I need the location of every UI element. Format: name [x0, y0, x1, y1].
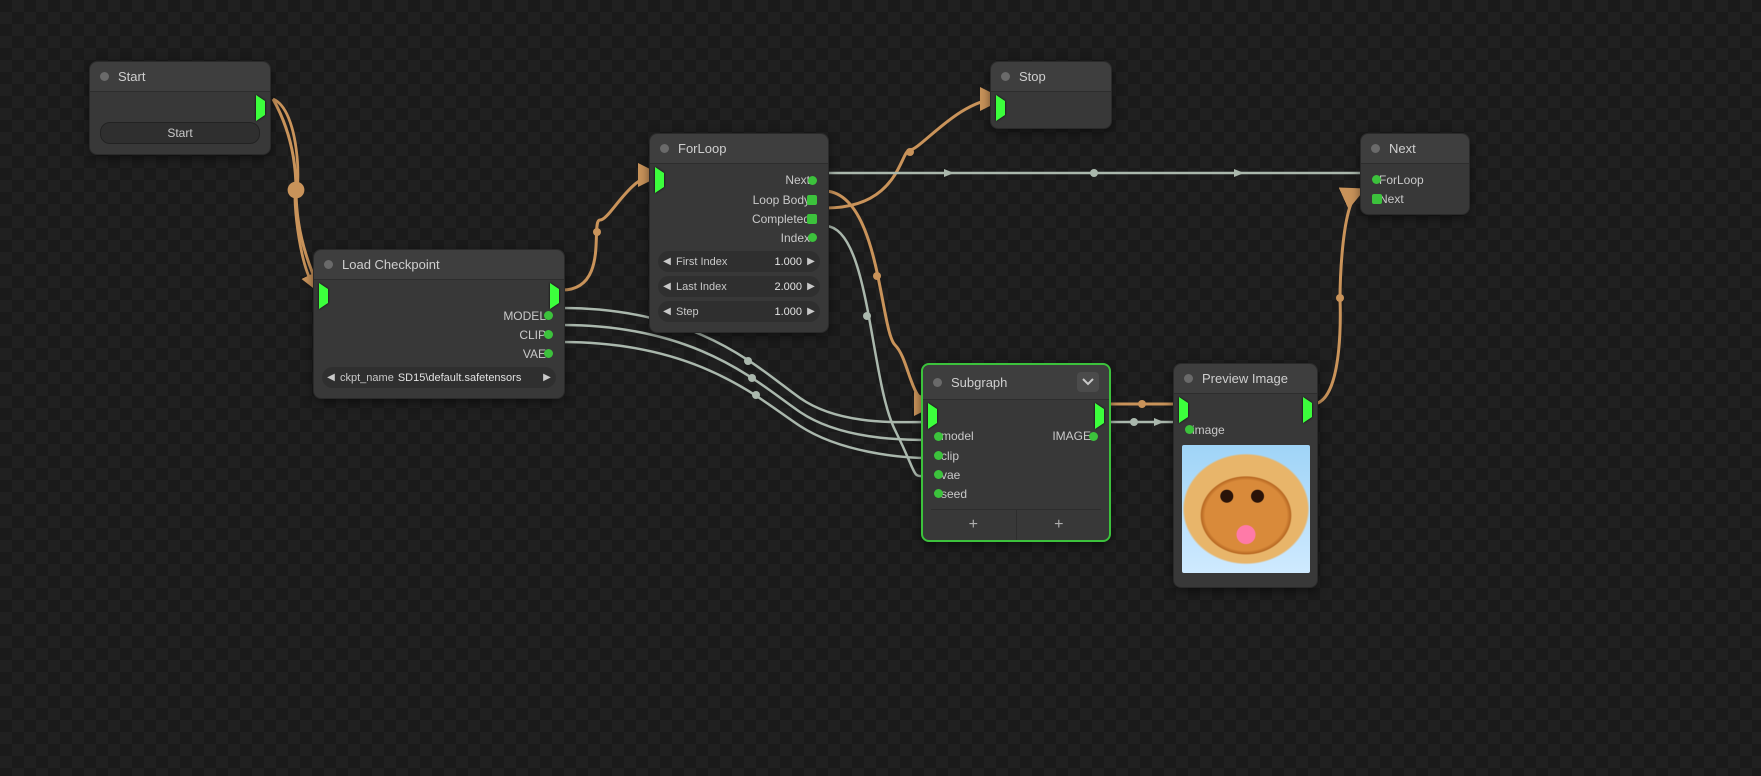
chevron-right-icon[interactable]: ▶	[806, 256, 816, 267]
node-title: Stop	[1019, 69, 1101, 84]
exec-out-port[interactable]	[1303, 403, 1312, 417]
widget-label: Step	[672, 306, 703, 318]
node-preview-image[interactable]: Preview Image image	[1173, 363, 1318, 588]
widget-value[interactable]: 1.000	[731, 256, 806, 268]
widget-label: ckpt_name	[336, 372, 398, 384]
chevron-down-icon	[1082, 378, 1094, 386]
exec-out-port[interactable]	[256, 101, 265, 115]
chevron-left-icon[interactable]: ◀	[326, 372, 336, 383]
output-port-loop-body[interactable]	[807, 195, 817, 205]
collapse-dot-icon[interactable]	[100, 72, 109, 81]
exec-in-port[interactable]	[319, 289, 328, 303]
node-forloop[interactable]: ForLoop Next Loop Body Completed Index ◀	[649, 133, 829, 333]
node-start[interactable]: Start Start	[89, 61, 271, 155]
collapse-dot-icon[interactable]	[660, 144, 669, 153]
collapse-dot-icon[interactable]	[1184, 374, 1193, 383]
collapse-dot-icon[interactable]	[933, 378, 942, 387]
input-port-image[interactable]	[1185, 425, 1194, 434]
exec-in-port[interactable]	[1179, 403, 1188, 417]
add-input-button[interactable]: +	[931, 510, 1016, 540]
collapse-dot-icon[interactable]	[1001, 72, 1010, 81]
exec-in-port[interactable]	[655, 173, 664, 187]
output-port-image[interactable]	[1089, 432, 1098, 441]
input-port-vae[interactable]	[934, 470, 943, 479]
node-title: Subgraph	[951, 375, 1077, 390]
output-port-completed[interactable]	[807, 214, 817, 224]
widget-value[interactable]: 1.000	[703, 306, 806, 318]
input-port-model[interactable]	[934, 432, 943, 441]
node-header[interactable]: Stop	[991, 62, 1111, 92]
widget-label: Last Index	[672, 281, 731, 293]
play-icon	[996, 95, 1005, 121]
widget-label: First Index	[672, 256, 731, 268]
node-graph-canvas[interactable]: Start Start Stop Next ForLoo	[0, 0, 1761, 776]
node-header[interactable]: ForLoop	[650, 134, 828, 164]
output-port-model[interactable]	[544, 311, 553, 320]
node-title: Next	[1389, 141, 1459, 156]
chevron-right-icon[interactable]: ▶	[806, 306, 816, 317]
node-load-checkpoint[interactable]: Load Checkpoint MODEL CLIP VAE ◀ ckpt_na…	[313, 249, 565, 399]
collapse-dot-icon[interactable]	[1371, 144, 1380, 153]
widget-first-index[interactable]: ◀ First Index 1.000 ▶	[658, 251, 820, 272]
input-port-seed[interactable]	[934, 489, 943, 498]
widget-ckpt-name[interactable]: ◀ ckpt_name SD15\default.safetensors ▶	[322, 367, 556, 388]
chevron-right-icon[interactable]: ▶	[542, 372, 552, 383]
collapse-dot-icon[interactable]	[324, 260, 333, 269]
node-header[interactable]: Preview Image	[1174, 364, 1317, 394]
widget-step[interactable]: ◀ Step 1.000 ▶	[658, 301, 820, 322]
chevron-right-icon[interactable]: ▶	[806, 281, 816, 292]
widget-last-index[interactable]: ◀ Last Index 2.000 ▶	[658, 276, 820, 297]
node-title: ForLoop	[678, 141, 818, 156]
exec-in-port[interactable]	[996, 101, 1005, 115]
node-stop[interactable]: Stop	[990, 61, 1112, 129]
chevron-left-icon[interactable]: ◀	[662, 256, 672, 267]
start-button[interactable]: Start	[100, 122, 260, 144]
node-header[interactable]: Load Checkpoint	[314, 250, 564, 280]
exec-in-port[interactable]	[928, 409, 937, 423]
node-subgraph[interactable]: Subgraph model IMAGE clip vae	[921, 363, 1111, 542]
chevron-left-icon[interactable]: ◀	[662, 281, 672, 292]
node-menu-button[interactable]	[1077, 372, 1099, 392]
input-port-forloop[interactable]	[1372, 175, 1381, 184]
widget-value[interactable]: SD15\default.safetensors	[398, 372, 542, 384]
widget-value[interactable]: 2.000	[731, 281, 806, 293]
output-port-vae[interactable]	[544, 349, 553, 358]
input-port-next[interactable]	[1372, 194, 1382, 204]
node-header[interactable]: Next	[1361, 134, 1469, 164]
exec-out-port[interactable]	[550, 289, 559, 303]
output-port-clip[interactable]	[544, 330, 553, 339]
exec-out-port[interactable]	[1095, 409, 1104, 423]
output-port-next[interactable]	[808, 176, 817, 185]
node-next[interactable]: Next ForLoop Next	[1360, 133, 1470, 215]
play-icon	[256, 95, 265, 121]
node-title: Load Checkpoint	[342, 257, 554, 272]
chevron-left-icon[interactable]: ◀	[662, 306, 672, 317]
add-output-button[interactable]: +	[1016, 510, 1102, 540]
input-port-clip[interactable]	[934, 451, 943, 460]
preview-thumbnail[interactable]	[1182, 445, 1310, 573]
node-header[interactable]: Subgraph	[923, 365, 1109, 400]
node-header[interactable]: Start	[90, 62, 270, 92]
output-port-index[interactable]	[808, 233, 817, 242]
node-title: Preview Image	[1202, 371, 1307, 386]
node-title: Start	[118, 69, 260, 84]
